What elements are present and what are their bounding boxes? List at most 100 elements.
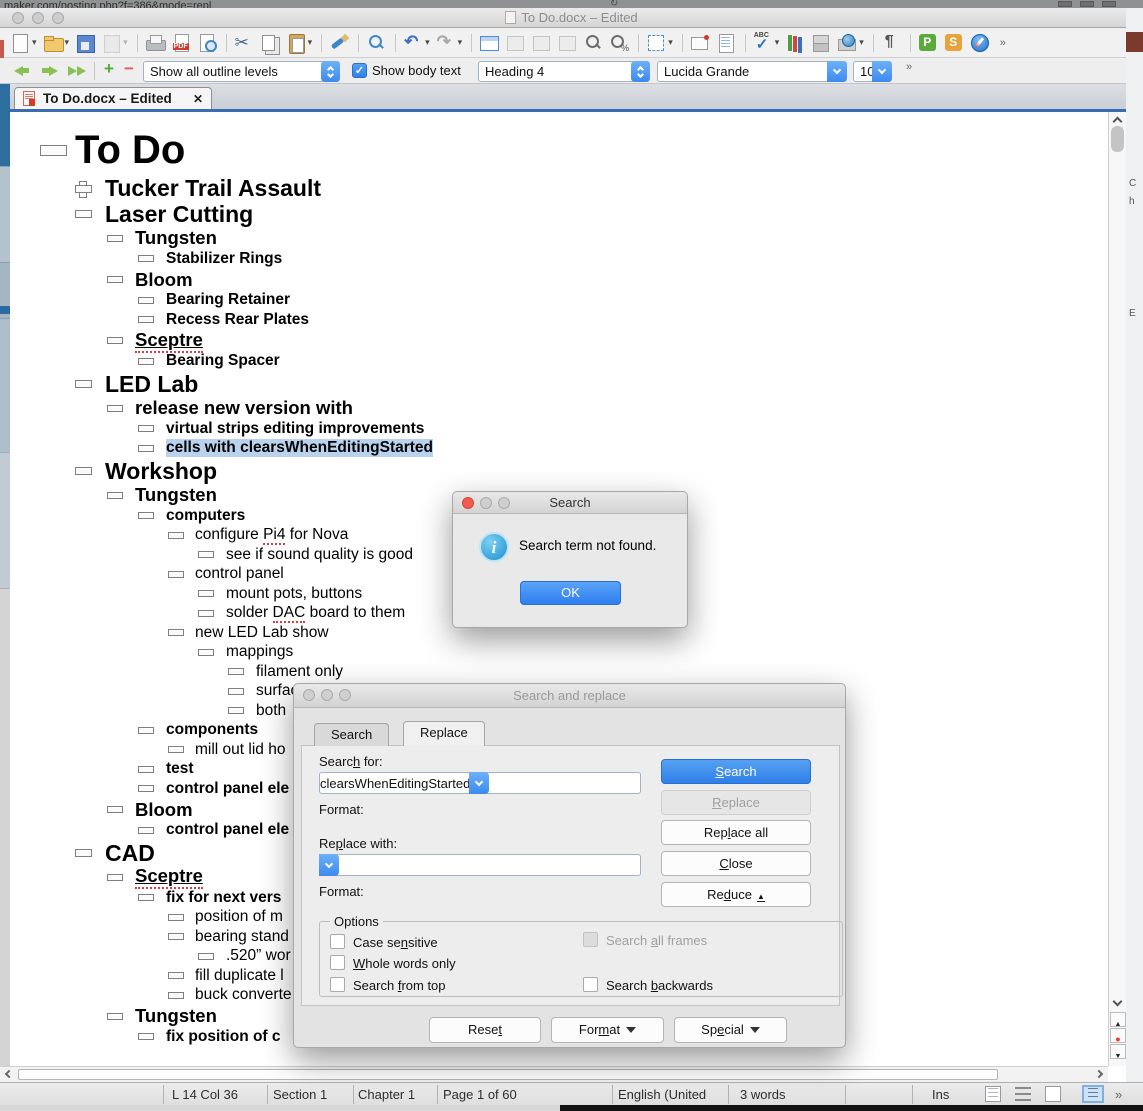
view-book-icon[interactable] bbox=[1045, 1086, 1061, 1102]
outline-row[interactable]: Stabilizer Rings bbox=[10, 249, 1108, 269]
dropdown-caret-icon[interactable]: ▾ bbox=[668, 37, 673, 48]
outline-row[interactable]: Tucker Trail Assault bbox=[10, 175, 1108, 201]
collapse-marker-icon[interactable] bbox=[168, 914, 184, 921]
dropdown-caret-icon[interactable]: ▾ bbox=[32, 37, 37, 48]
comment-button[interactable] bbox=[688, 31, 712, 55]
outline-row[interactable]: LED Lab bbox=[10, 371, 1108, 397]
cut-button[interactable] bbox=[232, 31, 256, 55]
statusbar-overflow-icon[interactable]: » bbox=[1115, 1087, 1122, 1102]
replace-with-input[interactable] bbox=[319, 854, 641, 876]
view-web-layout-icon[interactable] bbox=[1082, 1085, 1104, 1103]
undo-button[interactable]: ▾ bbox=[401, 31, 432, 55]
outline-row[interactable]: mappings bbox=[10, 643, 1108, 663]
promote-icon[interactable] bbox=[22, 68, 29, 73]
outline-row[interactable]: Workshop bbox=[10, 458, 1108, 484]
tab-close-icon[interactable]: ✕ bbox=[193, 92, 203, 106]
collapse-marker-icon[interactable] bbox=[138, 255, 154, 262]
navigate-by-button[interactable]: ● bbox=[1110, 1028, 1126, 1043]
collapse-marker-icon[interactable] bbox=[228, 707, 244, 714]
close-dialog-button[interactable] bbox=[303, 689, 315, 701]
collapse-marker-icon[interactable] bbox=[168, 992, 184, 999]
print-preview-button[interactable] bbox=[195, 31, 219, 55]
statusbar-field[interactable]: L 14 Col 36 bbox=[172, 1087, 238, 1102]
collapse-marker-icon[interactable] bbox=[107, 337, 123, 344]
chevron-down-icon[interactable] bbox=[319, 854, 339, 876]
vertical-scroll-thumb[interactable] bbox=[1111, 126, 1124, 152]
draw-rect-button[interactable]: ▾ bbox=[644, 31, 675, 55]
collapse-marker-icon[interactable] bbox=[107, 276, 123, 283]
horizontal-scrollbar[interactable] bbox=[0, 1066, 1108, 1082]
case-sensitive-checkbox[interactable] bbox=[330, 934, 345, 949]
collapse-marker-icon[interactable] bbox=[168, 972, 184, 979]
disabled-grid-button[interactable] bbox=[503, 31, 527, 55]
new-document-button[interactable]: ▾ bbox=[8, 31, 39, 55]
collapse-marker-icon[interactable] bbox=[107, 235, 123, 242]
previous-page-button[interactable]: ▲ bbox=[1110, 1012, 1126, 1027]
collapse-marker-icon[interactable] bbox=[107, 806, 123, 813]
export-pdf-button[interactable] bbox=[169, 31, 193, 55]
outline-row[interactable]: filament only bbox=[10, 662, 1108, 682]
dropdown-caret-icon[interactable]: ▾ bbox=[65, 37, 70, 48]
demote-arrow-icon[interactable] bbox=[49, 66, 58, 76]
collapse-marker-icon[interactable] bbox=[198, 610, 214, 617]
collapse-marker-icon[interactable] bbox=[40, 145, 67, 156]
search-from-top-checkbox[interactable] bbox=[330, 977, 345, 992]
stepper-icon[interactable] bbox=[631, 61, 650, 82]
scroll-right-icon[interactable] bbox=[1095, 1070, 1103, 1078]
dropdown-caret-icon[interactable]: ▾ bbox=[859, 37, 864, 48]
collapse-marker-icon[interactable] bbox=[138, 1033, 154, 1040]
collapse-marker-icon[interactable] bbox=[138, 766, 154, 773]
dropdown-caret-icon[interactable]: ▾ bbox=[123, 37, 128, 48]
disabled-grid-button[interactable] bbox=[555, 31, 579, 55]
collapse-marker-icon[interactable] bbox=[168, 571, 184, 578]
collapse-marker-icon[interactable] bbox=[107, 874, 123, 881]
redo-button[interactable]: ▾ bbox=[434, 31, 465, 55]
dropdown-caret-icon[interactable]: ▾ bbox=[425, 37, 430, 48]
dropdown-caret-icon[interactable]: ▾ bbox=[458, 37, 463, 48]
collapse-marker-icon[interactable] bbox=[198, 649, 214, 656]
search-backwards-checkbox[interactable] bbox=[583, 977, 598, 992]
toolbar-overflow-icon[interactable]: » bbox=[1000, 37, 1006, 49]
find-button[interactable] bbox=[364, 31, 388, 55]
move-down-icon-2[interactable] bbox=[77, 66, 86, 76]
collapse-marker-icon[interactable] bbox=[75, 210, 92, 218]
search-button[interactable]: Search bbox=[661, 759, 811, 784]
navigator-button[interactable] bbox=[809, 31, 833, 55]
hyperlink-button[interactable]: ▾ bbox=[835, 31, 866, 55]
move-down-icon[interactable] bbox=[68, 66, 77, 76]
promote-arrow-icon[interactable] bbox=[14, 66, 23, 76]
collapse-marker-icon[interactable] bbox=[107, 492, 123, 499]
outline-row[interactable]: Laser Cutting bbox=[10, 201, 1108, 227]
collapse-marker-icon[interactable] bbox=[138, 894, 154, 901]
chevron-down-icon[interactable] bbox=[827, 61, 847, 82]
tab-search[interactable]: Search bbox=[314, 723, 389, 746]
print-button[interactable] bbox=[143, 31, 167, 55]
clone-formatting-button[interactable] bbox=[327, 31, 351, 55]
document-tab[interactable]: To Do.docx – Edited ✕ bbox=[14, 87, 212, 109]
zoom-percent-button[interactable] bbox=[607, 31, 631, 55]
outline-row[interactable]: Bloom bbox=[10, 269, 1108, 291]
disabled-grid-button[interactable] bbox=[529, 31, 553, 55]
replace-all-button[interactable]: Replace all bbox=[661, 820, 811, 845]
collapse-marker-icon[interactable] bbox=[168, 629, 184, 636]
collapse-marker-icon[interactable] bbox=[138, 445, 154, 452]
outline-levels-select[interactable]: Show all outline levels bbox=[143, 61, 340, 82]
font-size-combo[interactable]: 10 bbox=[853, 61, 892, 82]
horizontal-scroll-thumb[interactable] bbox=[18, 1069, 998, 1080]
collapse-marker-icon[interactable] bbox=[75, 467, 92, 475]
scroll-up-icon[interactable] bbox=[1113, 117, 1123, 127]
collapse-marker-icon[interactable] bbox=[138, 425, 154, 432]
statusbar-field[interactable]: Chapter 1 bbox=[358, 1087, 415, 1102]
dropdown-caret-icon[interactable]: ▾ bbox=[308, 37, 313, 48]
collapse-marker-icon[interactable] bbox=[198, 953, 214, 960]
pilcrow-button[interactable] bbox=[879, 31, 903, 55]
collapse-marker-icon[interactable] bbox=[107, 1013, 123, 1020]
compass-button[interactable] bbox=[968, 31, 992, 55]
collapse-marker-icon[interactable] bbox=[138, 727, 154, 734]
insert-table-button[interactable] bbox=[477, 31, 501, 55]
whole-words-checkbox[interactable] bbox=[330, 955, 345, 970]
show-body-text-checkbox[interactable]: ✓ bbox=[352, 63, 367, 78]
collapse-marker-icon[interactable] bbox=[107, 405, 123, 412]
outline-row[interactable]: Recess Rear Plates bbox=[10, 310, 1108, 330]
spelling-button[interactable]: ▾ bbox=[751, 31, 782, 55]
